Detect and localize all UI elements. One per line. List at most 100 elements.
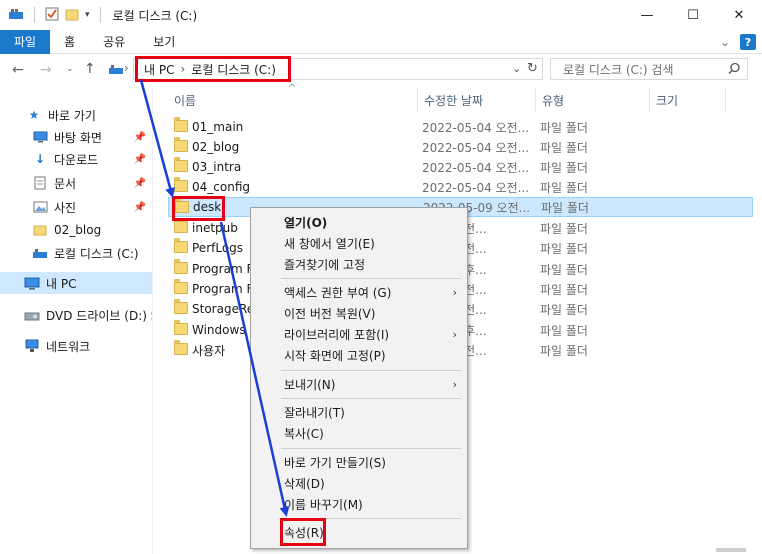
menu-item-delete[interactable]: 삭제(D) — [251, 473, 467, 494]
title-bar: ▾ 로컬 디스크 (C:) — ☐ ✕ — [0, 0, 762, 30]
forward-arrow-icon[interactable]: → — [40, 62, 52, 78]
file-name: 01_main — [192, 120, 244, 134]
tab-view[interactable]: 보기 — [139, 30, 189, 54]
toolbar-separator — [34, 7, 35, 23]
menu-item-send-to[interactable]: 보내기(N) › — [251, 374, 467, 395]
file-type: 파일 폴더 — [540, 241, 588, 256]
sidebar-item-desktop[interactable]: 바탕 화면 📌 — [0, 126, 152, 148]
breadcrumb[interactable]: 내 PC › 로컬 디스크 (C:) — [135, 56, 291, 82]
address-dropdown-icon[interactable]: ⌄ — [512, 62, 521, 75]
folder-icon — [32, 223, 48, 237]
close-button[interactable]: ✕ — [716, 0, 762, 30]
sidebar-item-local-disk[interactable]: 로컬 디스크 (C:) — [0, 242, 152, 264]
menu-item-restore-versions[interactable]: 이전 버전 복원(V) — [251, 303, 467, 324]
breadcrumb-this-pc[interactable]: 내 PC — [144, 61, 174, 78]
menu-item-open-new-window[interactable]: 새 창에서 열기(E) — [251, 233, 467, 254]
folder-icon — [174, 177, 188, 192]
sidebar-item-network[interactable]: 네트워크 — [0, 335, 152, 357]
download-icon: ↓ — [34, 152, 46, 166]
menu-item-include-library[interactable]: 라이브러리에 포함(I) › — [251, 324, 467, 345]
file-name: Program Fi — [192, 262, 256, 276]
minimize-button[interactable]: — — [624, 0, 670, 30]
sidebar-item-downloads[interactable]: ↓ 다운로드 📌 — [0, 148, 152, 170]
pane-divider[interactable] — [152, 88, 153, 554]
menu-item-copy[interactable]: 복사(C) — [251, 423, 467, 444]
submenu-arrow-icon: › — [452, 378, 457, 391]
file-type: 파일 폴더 — [540, 323, 588, 338]
file-type: 파일 폴더 — [540, 302, 588, 317]
file-type: 파일 폴더 — [540, 180, 588, 195]
file-row-03-intra[interactable]: 03_intra 2022-05-04 오전... 파일 폴더 — [168, 157, 753, 177]
file-row-01-main[interactable]: 01_main 2022-05-04 오전... 파일 폴더 — [168, 117, 753, 137]
tab-share[interactable]: 공유 — [89, 30, 139, 54]
sidebar-item-this-pc[interactable]: 내 PC — [0, 272, 152, 294]
file-name: Windows — [192, 323, 246, 337]
scrollbar-thumb[interactable] — [716, 548, 746, 552]
pin-icon[interactable]: 📌 — [134, 132, 146, 143]
sidebar-item-quick-access[interactable]: ★ 바로 가기 — [0, 104, 152, 126]
menu-separator — [281, 398, 461, 399]
menu-item-give-access[interactable]: 액세스 권한 부여 (G) › — [251, 282, 467, 303]
breadcrumb-chevron-icon: › — [180, 62, 186, 76]
column-header-date[interactable]: 수정한 날짜 — [418, 88, 536, 112]
highlight-properties — [280, 518, 326, 546]
file-type: 파일 폴더 — [540, 262, 588, 277]
column-header-type[interactable]: 유형 — [536, 88, 650, 112]
highlight-desk-folder — [172, 196, 225, 221]
recent-dropdown-icon[interactable]: ⌄ — [66, 64, 74, 74]
folder-icon — [174, 259, 188, 274]
sidebar-item-pictures[interactable]: 사진 📌 — [0, 196, 152, 218]
menu-separator — [281, 278, 461, 279]
tab-file[interactable]: 파일 — [0, 29, 51, 54]
menu-item-pin-quick-access[interactable]: 즐겨찾기에 고정 — [251, 254, 467, 275]
document-icon — [32, 176, 48, 190]
file-type: 파일 폴더 — [540, 343, 588, 358]
sidebar-item-02-blog[interactable]: 02_blog — [0, 219, 152, 241]
quick-access-dropdown-icon[interactable]: ▾ — [85, 10, 90, 20]
folder-icon — [174, 299, 188, 314]
submenu-arrow-icon: › — [452, 328, 457, 341]
refresh-icon[interactable]: ↻ — [527, 61, 538, 76]
menu-item-open[interactable]: 열기(O) — [251, 212, 467, 233]
file-type: 파일 폴더 — [541, 200, 589, 215]
folder-icon — [174, 157, 188, 172]
breadcrumb-local-disk[interactable]: 로컬 디스크 (C:) — [191, 61, 276, 78]
pin-icon[interactable]: 📌 — [134, 154, 146, 165]
navigation-pane: ★ 바로 가기 바탕 화면 📌 ↓ 다운로드 📌 문서 📌 사진 📌 02_bl… — [0, 88, 152, 554]
maximize-icon: ☐ — [687, 7, 699, 23]
sort-ascending-icon: ^ — [288, 83, 297, 94]
pin-icon[interactable]: 📌 — [134, 178, 146, 189]
properties-quick-icon[interactable] — [45, 7, 59, 24]
drive-small-icon — [108, 63, 124, 78]
back-arrow-icon[interactable]: ← — [12, 62, 24, 78]
new-folder-quick-icon[interactable] — [65, 7, 79, 24]
file-date: 2022-05-04 오전... — [422, 160, 530, 175]
file-type: 파일 폴더 — [540, 160, 588, 175]
sidebar-item-documents[interactable]: 문서 📌 — [0, 172, 152, 194]
pin-icon[interactable]: 📌 — [134, 202, 146, 213]
minimize-icon: — — [640, 7, 654, 23]
explorer-app-icon[interactable] — [8, 7, 24, 24]
up-arrow-icon[interactable]: ↑ — [84, 61, 96, 77]
file-date: 2022-05-04 오전... — [422, 140, 530, 155]
menu-item-create-shortcut[interactable]: 바로 가기 만들기(S) — [251, 452, 467, 473]
folder-icon — [174, 218, 188, 233]
menu-separator — [281, 448, 461, 449]
file-name: inetpub — [192, 221, 238, 235]
help-icon[interactable]: ? — [740, 34, 756, 50]
sidebar-item-dvd-drive[interactable]: DVD 드라이브 (D:) S — [0, 304, 152, 326]
column-header-size[interactable]: 크기 — [650, 88, 726, 112]
search-input[interactable]: 로컬 디스크 (C:) 검색 — [550, 58, 748, 80]
maximize-button[interactable]: ☐ — [670, 0, 716, 30]
menu-item-rename[interactable]: 이름 바꾸기(M) — [251, 494, 467, 515]
file-row-02-blog[interactable]: 02_blog 2022-05-04 오전... 파일 폴더 — [168, 137, 753, 157]
menu-item-cut[interactable]: 잘라내기(T) — [251, 402, 467, 423]
file-name: 02_blog — [192, 140, 240, 154]
file-type: 파일 폴더 — [540, 282, 588, 297]
tab-home[interactable]: 홈 — [50, 30, 89, 54]
menu-item-pin-start[interactable]: 시작 화면에 고정(P) — [251, 345, 467, 366]
ribbon-expand-icon[interactable]: ⌄ — [720, 35, 730, 49]
file-row-04-config[interactable]: 04_config 2022-05-04 오전... 파일 폴더 — [168, 177, 753, 197]
folder-icon — [174, 320, 188, 335]
star-icon: ★ — [28, 108, 40, 122]
